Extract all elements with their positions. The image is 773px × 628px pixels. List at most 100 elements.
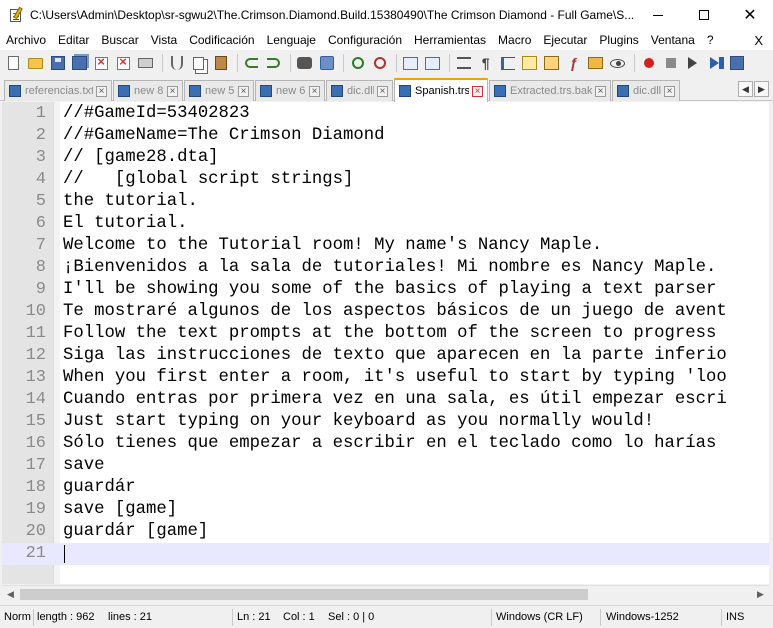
tab-dic-dll[interactable]: dic.dll × bbox=[326, 80, 393, 101]
minimize-button[interactable] bbox=[635, 0, 681, 30]
save-macro-button[interactable] bbox=[727, 54, 746, 73]
line-text[interactable]: I'll be showing you some of the basics o… bbox=[63, 279, 716, 301]
scroll-right-arrow-icon[interactable]: ▶ bbox=[752, 586, 769, 603]
zoom-out-button[interactable] bbox=[370, 54, 389, 73]
menu-plugins[interactable]: Plugins bbox=[593, 30, 644, 50]
line-text[interactable]: Te mostraré algunos de los aspectos bási… bbox=[63, 301, 727, 323]
editor-line[interactable]: 4 // [global script strings] bbox=[2, 169, 769, 191]
line-text[interactable]: the tutorial. bbox=[63, 191, 198, 213]
tab-close-button[interactable]: × bbox=[595, 85, 606, 97]
editor-lines[interactable]: 1 //#GameId=53402823 2 //#GameName=The Crim… bbox=[2, 103, 769, 565]
doc-map-button[interactable] bbox=[542, 54, 561, 73]
editor-line[interactable]: 15 Just start typing on your keyboard as … bbox=[2, 411, 769, 433]
status-encoding[interactable]: Windows-1252 bbox=[604, 606, 716, 628]
tab-referencias-txt[interactable]: referencias.txt × bbox=[4, 80, 112, 101]
editor-line[interactable]: 17 save bbox=[2, 455, 769, 477]
menu-editar[interactable]: Editar bbox=[52, 30, 95, 50]
tab-new-6[interactable]: new 6 × bbox=[255, 80, 325, 101]
status-insert-mode[interactable]: INS bbox=[724, 606, 764, 628]
line-text[interactable]: Follow the text prompts at the bottom of… bbox=[63, 323, 716, 345]
menu-herramientas[interactable]: Herramientas bbox=[408, 30, 492, 50]
editor-line[interactable]: 3 // [game28.dta] bbox=[2, 147, 769, 169]
tab-extracted-trs-bak[interactable]: Extracted.trs.bak × bbox=[489, 80, 611, 101]
line-text[interactable]: save [game] bbox=[63, 499, 177, 521]
sync-horizontal-button[interactable] bbox=[423, 54, 442, 73]
menu-codificacion[interactable]: Codificación bbox=[183, 30, 260, 50]
tab-new-8[interactable]: new 8 × bbox=[113, 80, 183, 101]
folder-as-workspace-button[interactable] bbox=[586, 54, 605, 73]
editor-line[interactable]: 14 Cuando entras por primera vez en una s… bbox=[2, 389, 769, 411]
paste-button[interactable] bbox=[211, 54, 230, 73]
save-all-button[interactable] bbox=[70, 54, 89, 73]
sync-vertical-button[interactable] bbox=[401, 54, 420, 73]
editor-line[interactable]: 5 the tutorial. bbox=[2, 191, 769, 213]
menu-archivo[interactable]: Archivo bbox=[0, 30, 52, 50]
tab-scroll-right-button[interactable]: ▶ bbox=[754, 81, 769, 97]
tab-close-button[interactable]: × bbox=[472, 85, 483, 97]
status-eol[interactable]: Windows (CR LF) bbox=[494, 606, 594, 628]
save-button[interactable] bbox=[48, 54, 67, 73]
line-text[interactable]: Cuando entras por primera vez en una sal… bbox=[63, 389, 727, 411]
tab-close-button[interactable]: × bbox=[309, 85, 320, 97]
editor-line[interactable]: 16 Sólo tienes que empezar a escribir en … bbox=[2, 433, 769, 455]
tab-scroll-left-button[interactable]: ◀ bbox=[738, 81, 753, 97]
run-macro-multiple-button[interactable] bbox=[705, 54, 724, 73]
show-all-chars-button[interactable]: ¶ bbox=[476, 54, 495, 73]
text-editor[interactable]: 1 //#GameId=53402823 2 //#GameName=The Crim… bbox=[2, 102, 769, 584]
undo-button[interactable] bbox=[242, 54, 261, 73]
line-text[interactable]: guardár bbox=[63, 477, 136, 499]
function-list-button[interactable]: ƒ bbox=[564, 54, 583, 73]
line-text[interactable]: //#GameId=53402823 bbox=[63, 103, 250, 125]
tab-close-button[interactable]: × bbox=[664, 85, 675, 97]
open-file-button[interactable] bbox=[26, 54, 45, 73]
cut-button[interactable] bbox=[167, 54, 186, 73]
close-document-button[interactable]: X bbox=[744, 33, 773, 48]
maximize-button[interactable] bbox=[681, 0, 727, 30]
tab-dic-dll-2[interactable]: dic.dll × bbox=[612, 80, 680, 101]
redo-button[interactable] bbox=[264, 54, 283, 73]
menu-macro[interactable]: Macro bbox=[492, 30, 537, 50]
line-text[interactable]: Just start typing on your keyboard as yo… bbox=[63, 411, 654, 433]
editor-line[interactable]: 11 Follow the text prompts at the bottom … bbox=[2, 323, 769, 345]
line-text[interactable]: // [game28.dta] bbox=[63, 147, 219, 169]
tab-close-button[interactable]: × bbox=[377, 85, 388, 97]
replace-button[interactable] bbox=[317, 54, 336, 73]
play-macro-button[interactable] bbox=[683, 54, 702, 73]
tab-spanish-trs[interactable]: Spanish.trs × bbox=[394, 78, 488, 102]
new-file-button[interactable] bbox=[4, 54, 23, 73]
record-macro-button[interactable] bbox=[639, 54, 658, 73]
horizontal-scrollbar[interactable]: ◀ ▶ bbox=[2, 585, 769, 602]
close-file-button[interactable] bbox=[92, 54, 111, 73]
scrollbar-thumb[interactable] bbox=[20, 589, 588, 600]
editor-line[interactable]: 18 guardár bbox=[2, 477, 769, 499]
copy-button[interactable] bbox=[189, 54, 208, 73]
monitoring-button[interactable] bbox=[608, 54, 627, 73]
user-language-button[interactable] bbox=[520, 54, 539, 73]
tab-close-button[interactable]: × bbox=[96, 85, 107, 97]
tab-close-button[interactable]: × bbox=[167, 85, 178, 97]
line-text[interactable]: //#GameName=The Crimson Diamond bbox=[63, 125, 384, 147]
editor-line[interactable]: 19 save [game] bbox=[2, 499, 769, 521]
editor-line[interactable]: 9 I'll be showing you some of the basics … bbox=[2, 279, 769, 301]
menu-vista[interactable]: Vista bbox=[145, 30, 183, 50]
line-text[interactable]: save bbox=[63, 455, 104, 477]
scroll-left-arrow-icon[interactable]: ◀ bbox=[2, 586, 19, 603]
word-wrap-button[interactable] bbox=[454, 54, 473, 73]
indent-guide-button[interactable] bbox=[498, 54, 517, 73]
find-button[interactable] bbox=[295, 54, 314, 73]
menu-ejecutar[interactable]: Ejecutar bbox=[537, 30, 593, 50]
stop-macro-button[interactable] bbox=[661, 54, 680, 73]
editor-line[interactable]: 8 ¡Bienvenidos a la sala de tutoriales! M… bbox=[2, 257, 769, 279]
tab-close-button[interactable]: × bbox=[238, 85, 249, 97]
editor-line[interactable]: 10 Te mostraré algunos de los aspectos bá… bbox=[2, 301, 769, 323]
close-window-button[interactable]: ✕ bbox=[727, 0, 773, 30]
editor-line[interactable]: 13 When you first enter a room, it's usef… bbox=[2, 367, 769, 389]
editor-line[interactable]: 12 Siga las instrucciones de texto que ap… bbox=[2, 345, 769, 367]
line-text[interactable]: ¡Bienvenidos a la sala de tutoriales! Mi… bbox=[63, 257, 716, 279]
line-text[interactable]: Sólo tienes que empezar a escribir en el… bbox=[63, 433, 716, 455]
editor-line[interactable]: 20 guardár [game] bbox=[2, 521, 769, 543]
editor-line[interactable]: 6 El tutorial. bbox=[2, 213, 769, 235]
line-text[interactable]: Siga las instrucciones de texto que apar… bbox=[63, 345, 727, 367]
editor-line[interactable]: 21 bbox=[2, 543, 769, 565]
line-text[interactable]: When you first enter a room, it's useful… bbox=[63, 367, 727, 389]
